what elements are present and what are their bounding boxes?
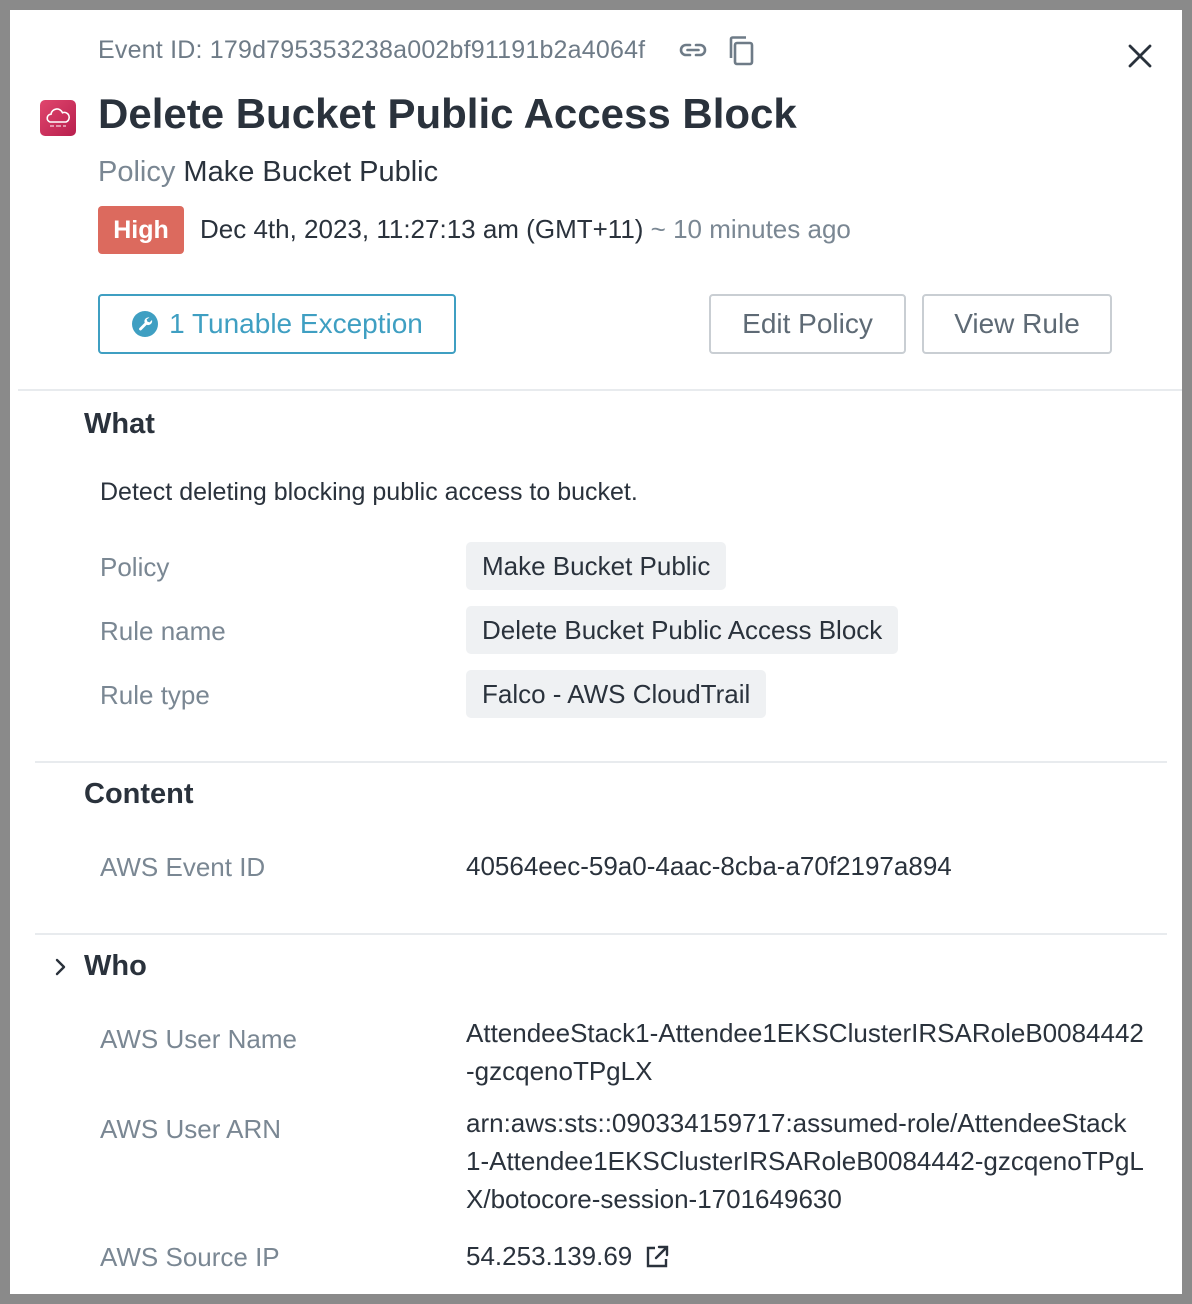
tag-policy: Make Bucket Public xyxy=(466,542,727,590)
row-label-policy: Policy xyxy=(100,552,170,582)
value-line: AttendeeStack1-Attendee1EKSClusterIRSARo… xyxy=(466,1018,1144,1048)
event-timestamp: Dec 4th, 2023, 11:27:13 am (GMT+11) ~ 10… xyxy=(200,214,851,245)
policy-label: Policy xyxy=(98,156,176,188)
value-line: X/botocore-session-1701649630 xyxy=(466,1184,842,1214)
divider xyxy=(35,761,1167,763)
section-heading-content: Content xyxy=(84,778,194,810)
aws-user-arn-value: arn:aws:sts::090334159717:assumed-role/A… xyxy=(466,1104,1144,1218)
aws-event-id-value: 40564eec-59a0-4aac-8cba-a70f2197a894 xyxy=(466,851,952,881)
view-rule-button[interactable]: View Rule xyxy=(922,294,1112,354)
row-label-aws-source-ip: AWS Source IP xyxy=(100,1242,280,1272)
cloud-logo-icon xyxy=(40,100,76,136)
timestamp-value: Dec 4th, 2023, 11:27:13 am (GMT+11) xyxy=(200,214,644,244)
tag-rule-type: Falco - AWS CloudTrail xyxy=(466,670,767,718)
row-label-aws-event-id: AWS Event ID xyxy=(100,852,266,882)
section-heading-what: What xyxy=(84,408,155,440)
page-title: Delete Bucket Public Access Block xyxy=(98,90,797,137)
value-line: 1-Attendee1EKSClusterIRSARoleB0084442-gz… xyxy=(466,1146,1144,1176)
severity-badge: High xyxy=(98,206,184,254)
external-link-icon[interactable] xyxy=(644,1244,670,1270)
row-label-aws-user-arn: AWS User ARN xyxy=(100,1114,282,1144)
tag-rule-name: Delete Bucket Public Access Block xyxy=(466,606,899,654)
divider xyxy=(18,389,1182,391)
link-icon[interactable] xyxy=(678,38,708,62)
divider xyxy=(35,933,1167,935)
row-label-rule-name: Rule name xyxy=(100,616,226,646)
value-line: arn:aws:sts::090334159717:assumed-role/A… xyxy=(466,1108,1127,1138)
wrench-icon xyxy=(132,311,159,337)
tunable-exception-button[interactable]: 1 Tunable Exception xyxy=(98,294,456,354)
policy-value: Make Bucket Public xyxy=(183,156,439,188)
policy-line: Policy Make Bucket Public xyxy=(98,156,438,189)
relative-time: ~ 10 minutes ago xyxy=(650,214,851,244)
rule-description: Detect deleting blocking public access t… xyxy=(100,478,638,506)
aws-user-name-value: AttendeeStack1-Attendee1EKSClusterIRSARo… xyxy=(466,1014,1144,1090)
aws-source-ip-value: 54.253.139.69 xyxy=(466,1241,633,1271)
value-line: -gzcqenoTPgLX xyxy=(466,1056,653,1086)
event-id: Event ID: 179d795353238a002bf91191b2a406… xyxy=(98,36,646,64)
row-label-rule-type: Rule type xyxy=(100,680,210,710)
edit-policy-button[interactable]: Edit Policy xyxy=(709,294,906,354)
row-label-aws-user-name: AWS User Name xyxy=(100,1024,297,1054)
close-icon[interactable] xyxy=(1126,42,1154,70)
copy-icon[interactable] xyxy=(726,35,756,67)
tunable-exception-label: 1 Tunable Exception xyxy=(169,308,423,339)
event-detail-panel: Event ID: 179d795353238a002bf91191b2a406… xyxy=(10,10,1182,1294)
chevron-right-icon[interactable] xyxy=(52,956,70,978)
section-heading-who: Who xyxy=(84,950,147,982)
